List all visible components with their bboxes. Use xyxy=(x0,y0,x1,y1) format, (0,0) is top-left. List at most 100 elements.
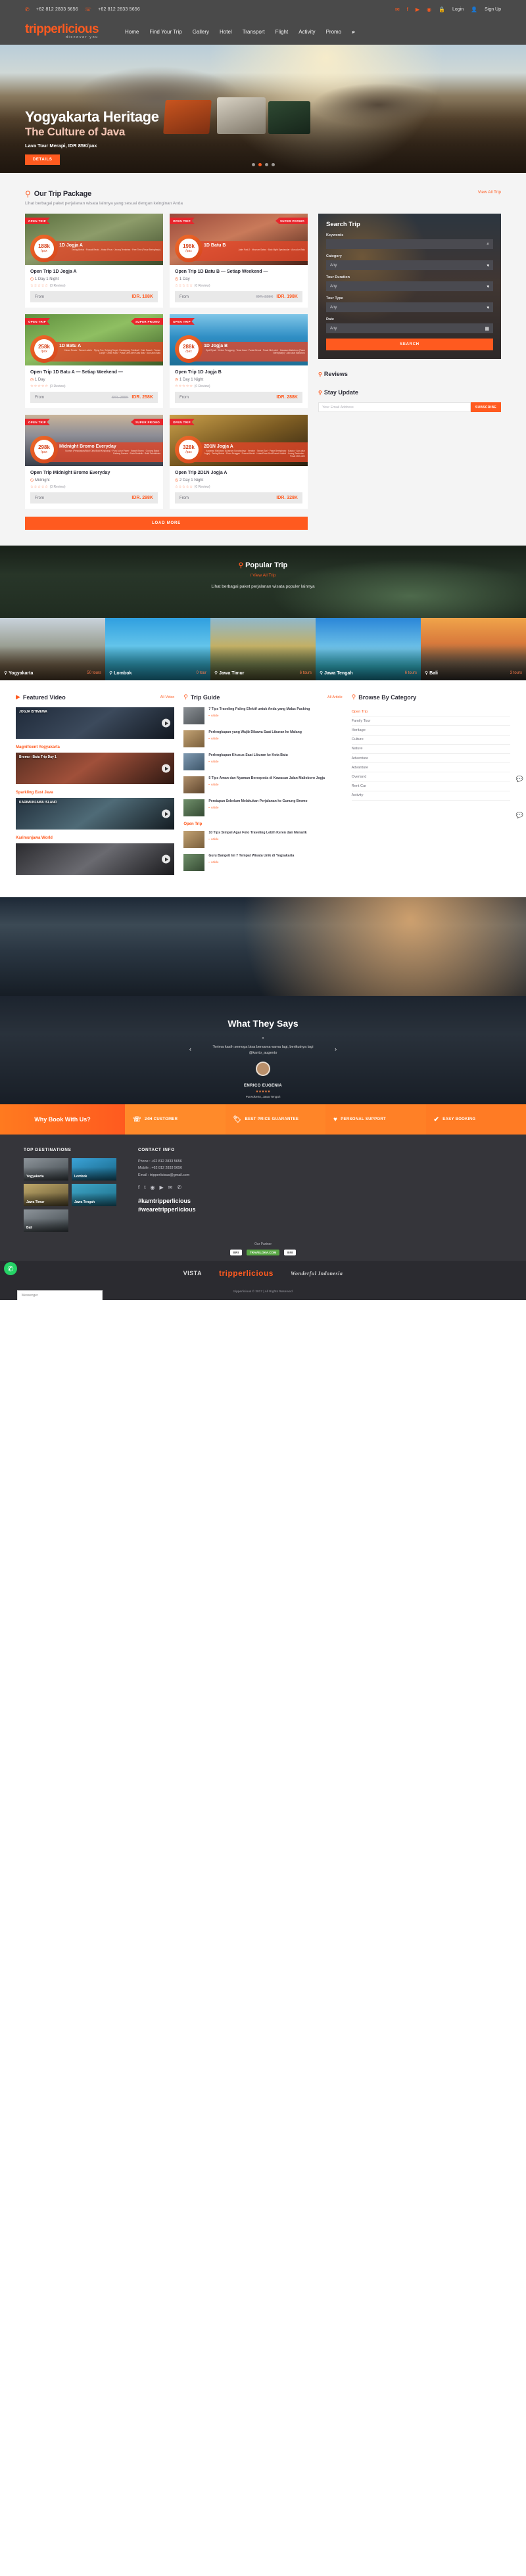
partner-logo-traveloka[interactable]: TRAVELOKA.COM xyxy=(246,1250,280,1255)
list-item[interactable]: 10 Tips Simpel Agar Foto Traveling Lebih… xyxy=(183,831,342,848)
video-thumb[interactable]: JOGJA ISTIMEWA xyxy=(16,707,175,739)
category-item-family-tour[interactable]: Family Tour xyxy=(351,716,510,726)
login-link[interactable]: Login xyxy=(452,7,464,12)
category-item-heritage[interactable]: Heritage xyxy=(351,726,510,736)
destination-card-jawa-timur[interactable]: ⚲ Jawa Timur 6 tours xyxy=(210,618,316,680)
footer-destination-yogyakarta[interactable]: Yogyakarta xyxy=(24,1158,68,1181)
chat-icon[interactable]: 💬 xyxy=(516,776,523,783)
footer-destination-jawa-timur[interactable]: Jawa Timur xyxy=(24,1184,68,1206)
category-item-rent-car[interactable]: Rent Car xyxy=(351,782,510,791)
chat-icon[interactable]: 💬 xyxy=(516,812,523,819)
chat-widget[interactable]: Messenger xyxy=(17,1290,103,1300)
trip-card[interactable]: OPEN TRIP SUPER PROMO Midnight Bromo Eve… xyxy=(25,415,163,509)
list-item[interactable]: Persiapan Sebelum Melakukan Perjalanan k… xyxy=(183,799,342,816)
why-book-item-best-price[interactable]: 🏷 BEST PRICE GUARANTEE xyxy=(225,1104,325,1135)
search-icon[interactable]: ⌕ xyxy=(487,242,489,247)
nav-item-flight[interactable]: Flight xyxy=(275,29,289,35)
nav-item-promo[interactable]: Promo xyxy=(326,29,342,35)
footer-destination-bali[interactable]: Bali xyxy=(24,1209,68,1232)
whatsapp-icon[interactable]: ✆ xyxy=(177,1184,181,1190)
envelope-icon[interactable]: ✉ xyxy=(168,1184,173,1190)
trip-card[interactable]: OPEN TRIP 1D Jogja A Tebing Breksi · Pun… xyxy=(25,214,163,308)
why-book-item-easy-booking[interactable]: ✔ EASY BOOKING xyxy=(425,1104,526,1135)
date-input[interactable]: Any ▦ xyxy=(326,323,493,333)
chevron-left-icon[interactable]: ‹ xyxy=(189,1046,191,1052)
nav-item-hotel[interactable]: Hotel xyxy=(220,29,232,35)
trip-card[interactable]: OPEN TRIP 2D1N Jogja A Kawasan Malioboro… xyxy=(170,415,308,509)
instagram-icon[interactable]: ◉ xyxy=(150,1184,155,1190)
youtube-icon[interactable]: ▶ xyxy=(416,7,419,12)
category-select[interactable]: Any ▾ xyxy=(326,260,493,270)
youtube-icon[interactable]: ▶ xyxy=(159,1184,163,1190)
category-item-nature[interactable]: Nature xyxy=(351,745,510,754)
email-field[interactable]: Your Email Address xyxy=(318,402,471,412)
envelope-icon[interactable]: ✉ xyxy=(395,7,400,12)
category-item-culture[interactable]: Culture xyxy=(351,736,510,745)
hero-dot-1[interactable] xyxy=(251,163,255,166)
tour-duration-select[interactable]: Any ▾ xyxy=(326,281,493,291)
category-item-overland[interactable]: Overland xyxy=(351,772,510,782)
chevron-right-icon[interactable]: › xyxy=(335,1046,337,1052)
destination-card-jawa-tengah[interactable]: ⚲ Jawa Tengah 6 tours xyxy=(316,618,421,680)
load-more-button[interactable]: LOAD MORE xyxy=(25,517,308,530)
search-icon[interactable]: ⌕ xyxy=(352,28,355,35)
trip-card[interactable]: OPEN TRIP SUPER PROMO 1D Batu B Jatim Pa… xyxy=(170,214,308,308)
video-thumb[interactable] xyxy=(16,843,175,875)
facebook-icon[interactable]: f xyxy=(138,1184,139,1190)
featured-video-view-all[interactable]: All Video xyxy=(160,695,175,699)
hero-dot-4[interactable] xyxy=(271,163,275,166)
keywords-input[interactable]: ⌕ xyxy=(326,239,493,249)
destination-card-yogyakarta[interactable]: ⚲ Yogyakarta 50 tours xyxy=(0,618,105,680)
testimonial-author: ENRICO EUGENIA xyxy=(244,1083,282,1088)
why-book-item-24h-customer[interactable]: ☏ 24H CUSTOMER xyxy=(125,1104,226,1135)
signup-link[interactable]: Sign Up xyxy=(485,7,501,12)
calendar-icon[interactable]: ▦ xyxy=(485,326,489,331)
category-item-adventure[interactable]: Adventure xyxy=(351,754,510,764)
destination-card-bali[interactable]: ⚲ Bali 3 tours xyxy=(421,618,526,680)
list-item[interactable]: Perlengkapan Khusus Saat Liburan ke Kota… xyxy=(183,753,342,770)
whatsapp-icon[interactable]: ✆ xyxy=(4,1262,17,1275)
category-item-advanture[interactable]: Advanture xyxy=(351,763,510,773)
why-book-item-personal-support[interactable]: ♥ PERSONAL SUPPORT xyxy=(325,1104,426,1135)
video-thumb[interactable]: KARIMUNJAWA ISLAND xyxy=(16,798,175,830)
view-all-trip-link[interactable]: View All Trip xyxy=(478,190,501,195)
list-item[interactable]: Perlengkapan yang Wajib Dibawa Saat Libu… xyxy=(183,730,342,747)
hero-dot-2[interactable] xyxy=(258,163,262,166)
partner-logo-bni[interactable]: BNI xyxy=(284,1250,297,1255)
play-button-icon[interactable] xyxy=(162,855,171,864)
search-trip-title: Search Trip xyxy=(326,221,360,228)
nav-item-gallery[interactable]: Gallery xyxy=(193,29,209,35)
destination-card-lombok[interactable]: ⚲ Lombok 0 tour xyxy=(105,618,210,680)
play-button-icon[interactable] xyxy=(162,809,171,818)
footer-destination-lombok[interactable]: Lombok xyxy=(72,1158,116,1181)
instagram-icon[interactable]: ◉ xyxy=(427,7,431,12)
play-button-icon[interactable] xyxy=(162,764,171,773)
nav-item-activity[interactable]: Activity xyxy=(299,29,315,35)
testimonial-location: Purwokerto, Jawa Tengah xyxy=(245,1094,281,1098)
category-item-activity[interactable]: Activity xyxy=(351,791,510,801)
category-item-open-trip[interactable]: Open Trip xyxy=(351,707,510,717)
trip-card[interactable]: OPEN TRIP 1D Jogja B Spot Riyadi · Kebun… xyxy=(170,314,308,408)
search-button[interactable]: SEARCH xyxy=(326,339,493,350)
partner-logo-bri[interactable]: BRI xyxy=(229,1250,242,1255)
list-item[interactable]: 7 Tips Traveling Paling Efektif untuk An… xyxy=(183,707,342,724)
map-pin-icon: ⚲ xyxy=(425,671,429,676)
banner-detail: Tebing Breksi · Puncak Becici - Hutan Pi… xyxy=(71,248,160,251)
tour-type-select[interactable]: Any ▾ xyxy=(326,302,493,312)
list-item[interactable]: 5 Tips Aman dan Nyaman Bersepeda di Kawa… xyxy=(183,776,342,793)
popular-view-all-link[interactable]: / View All Trip xyxy=(0,573,526,578)
twitter-icon[interactable]: t xyxy=(144,1184,145,1190)
facebook-icon[interactable]: f xyxy=(407,7,408,12)
trip-card[interactable]: OPEN TRIP SUPER PROMO 1D Batu A Coban Ro… xyxy=(25,314,163,408)
video-thumb[interactable]: Bromo - Batu Trip Day 1 xyxy=(16,753,175,784)
nav-item-find-your-trip[interactable]: Find Your Trip xyxy=(149,29,181,35)
list-item[interactable]: Guru Bangeti Ini 7 Tempat Wisata Unik di… xyxy=(183,854,342,871)
footer-destination-jawa-tengah[interactable]: Jawa Tengah xyxy=(72,1184,116,1206)
nav-item-home[interactable]: Home xyxy=(125,29,139,35)
play-button-icon[interactable] xyxy=(162,718,171,728)
brand-logo[interactable]: tripperlicious discover you xyxy=(25,23,99,40)
nav-item-transport[interactable]: Transport xyxy=(243,29,265,35)
subscribe-button[interactable]: SUBSCRIBE xyxy=(470,402,501,412)
hero-dot-3[interactable] xyxy=(264,163,268,166)
trip-guide-view-all[interactable]: All Article xyxy=(327,695,343,699)
